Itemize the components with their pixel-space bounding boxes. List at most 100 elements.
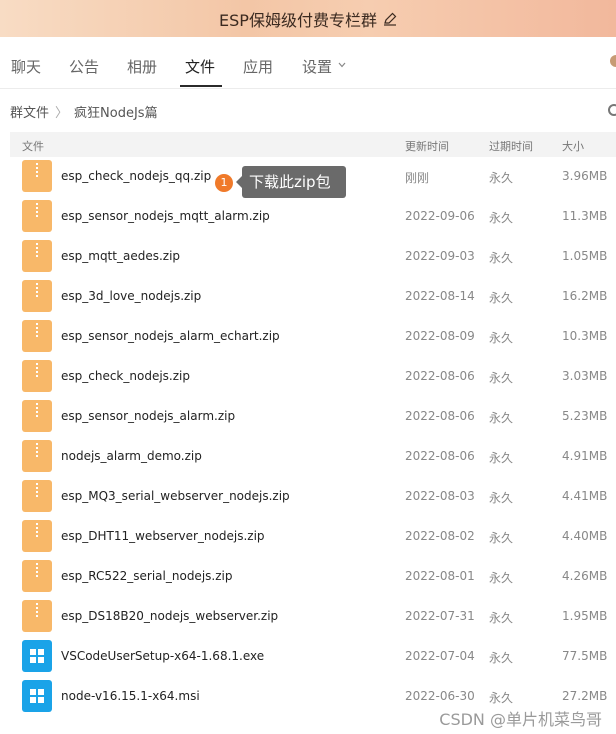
zip-file-icon [22,320,52,352]
file-size: 3.96MB [562,169,608,183]
file-expiry: 永久 [489,331,514,345]
tab-chat[interactable]: 聊天 [11,56,41,77]
file-updated: 2022-08-06 [405,369,475,383]
installer-file-icon [22,640,52,672]
file-name[interactable]: esp_sensor_nodejs_mqtt_alarm.zip [61,209,270,223]
search-icon[interactable] [608,104,616,116]
tab-settings[interactable]: 设置 [302,56,346,77]
chevron-down-icon [338,62,346,68]
file-size: 16.2MB [562,289,608,303]
file-table-header: 文件 更新时间 过期时间 大小 [10,132,616,157]
active-tab-indicator [180,85,222,87]
file-size: 1.05MB [562,249,608,263]
file-size: 77.5MB [562,649,608,663]
tab-album[interactable]: 相册 [127,56,157,77]
tab-apps[interactable]: 应用 [243,56,273,77]
breadcrumb-root[interactable]: 群文件 [10,102,49,121]
file-name[interactable]: nodejs_alarm_demo.zip [61,449,202,463]
file-expiry: 永久 [489,291,514,305]
zip-file-icon [22,440,52,472]
column-expiry[interactable]: 过期时间 [489,138,533,154]
file-updated: 2022-09-03 [405,249,475,263]
file-expiry: 永久 [489,451,514,465]
tab-bar: 聊天 公告 相册 文件 应用 设置 [0,37,616,89]
zip-file-icon [22,480,52,512]
file-name[interactable]: esp_check_nodejs.zip [61,369,190,383]
file-name[interactable]: node-v16.15.1-x64.msi [61,689,200,703]
edit-icon[interactable] [383,12,397,26]
file-size: 5.23MB [562,409,608,423]
file-size: 10.3MB [562,329,608,343]
column-updated[interactable]: 更新时间 [405,138,449,154]
column-name[interactable]: 文件 [22,138,44,154]
zip-file-icon [22,560,52,592]
callout-badge: 1 [215,174,233,192]
window-titlebar: ESP保姆级付费专栏群 [0,0,616,37]
zip-file-icon [22,520,52,552]
file-updated: 2022-08-09 [405,329,475,343]
file-updated: 2022-08-06 [405,449,475,463]
file-name[interactable]: esp_mqtt_aedes.zip [61,249,180,263]
windows-logo-icon [30,649,44,663]
zip-file-icon [22,200,52,232]
file-updated: 2022-06-30 [405,689,475,703]
table-row[interactable]: esp_check_nodejs.zip 2022-08-06 永久 3.03MB [10,358,616,398]
table-row[interactable]: esp_sensor_nodejs_alarm.zip 2022-08-06 永久 5… [10,398,616,438]
file-expiry: 永久 [489,371,514,385]
table-row[interactable]: VSCodeUserSetup-x64-1.68.1.exe 2022-07-04… [10,638,616,678]
zip-file-icon [22,600,52,632]
file-size: 4.40MB [562,529,608,543]
file-name[interactable]: esp_RC522_serial_nodejs.zip [61,569,232,583]
table-row[interactable]: esp_3d_love_nodejs.zip 2022-08-14 永久 16.2MB [10,278,616,318]
file-updated: 2022-08-02 [405,529,475,543]
file-expiry: 永久 [489,251,514,265]
file-updated: 2022-08-01 [405,569,475,583]
column-size[interactable]: 大小 [562,138,584,154]
table-row[interactable]: nodejs_alarm_demo.zip 2022-08-06 永久 4.91MB [10,438,616,478]
table-row[interactable]: esp_DHT11_webserver_nodejs.zip 2022-08-02… [10,518,616,558]
file-size: 4.26MB [562,569,608,583]
breadcrumb-current: 疯狂NodeJs篇 [74,106,158,121]
watermark: CSDN @单片机菜鸟哥 [439,710,602,729]
tab-files[interactable]: 文件 [185,56,215,77]
file-name[interactable]: VSCodeUserSetup-x64-1.68.1.exe [61,649,264,663]
table-row[interactable]: esp_MQ3_serial_webserver_nodejs.zip 2022-… [10,478,616,518]
callout-tooltip: 下载此zip包 [236,166,346,198]
zip-file-icon [22,400,52,432]
file-name[interactable]: esp_DHT11_webserver_nodejs.zip [61,529,265,543]
table-row[interactable]: esp_sensor_nodejs_mqtt_alarm.zip 2022-09-… [10,198,616,238]
file-expiry: 永久 [489,611,514,625]
group-title: ESP保姆级付费专栏群 [219,10,377,30]
zip-file-icon [22,160,52,192]
file-expiry: 永久 [489,571,514,585]
file-name[interactable]: esp_check_nodejs_qq.zip [61,169,211,183]
zip-file-icon [22,240,52,272]
file-updated: 刚刚 [405,171,430,185]
file-name[interactable]: esp_sensor_nodejs_alarm.zip [61,409,235,423]
file-updated: 2022-08-03 [405,489,475,503]
file-name[interactable]: esp_MQ3_serial_webserver_nodejs.zip [61,489,290,503]
tab-announcements[interactable]: 公告 [69,56,99,77]
file-name[interactable]: esp_DS18B20_nodejs_webserver.zip [61,609,278,623]
zip-file-icon [22,360,52,392]
file-size: 11.3MB [562,209,608,223]
table-row[interactable]: esp_mqtt_aedes.zip 2022-09-03 永久 1.05MB [10,238,616,278]
table-row[interactable]: esp_sensor_nodejs_alarm_echart.zip 2022-0… [10,318,616,358]
file-expiry: 永久 [489,691,514,705]
file-updated: 2022-07-31 [405,609,475,623]
file-name[interactable]: esp_3d_love_nodejs.zip [61,289,201,303]
windows-logo-icon [30,689,44,703]
installer-file-icon [22,680,52,712]
tab-settings-label: 设置 [302,58,333,76]
file-size: 1.95MB [562,609,608,623]
file-expiry: 永久 [489,491,514,505]
file-name[interactable]: esp_sensor_nodejs_alarm_echart.zip [61,329,280,343]
avatar[interactable] [610,55,616,67]
file-updated: 2022-08-06 [405,409,475,423]
file-size: 4.41MB [562,489,608,503]
table-row[interactable]: esp_DS18B20_nodejs_webserver.zip 2022-07-… [10,598,616,638]
table-row[interactable]: esp_RC522_serial_nodejs.zip 2022-08-01 永久 4… [10,558,616,598]
file-expiry: 永久 [489,171,514,185]
file-updated: 2022-09-06 [405,209,475,223]
file-expiry: 永久 [489,211,514,225]
